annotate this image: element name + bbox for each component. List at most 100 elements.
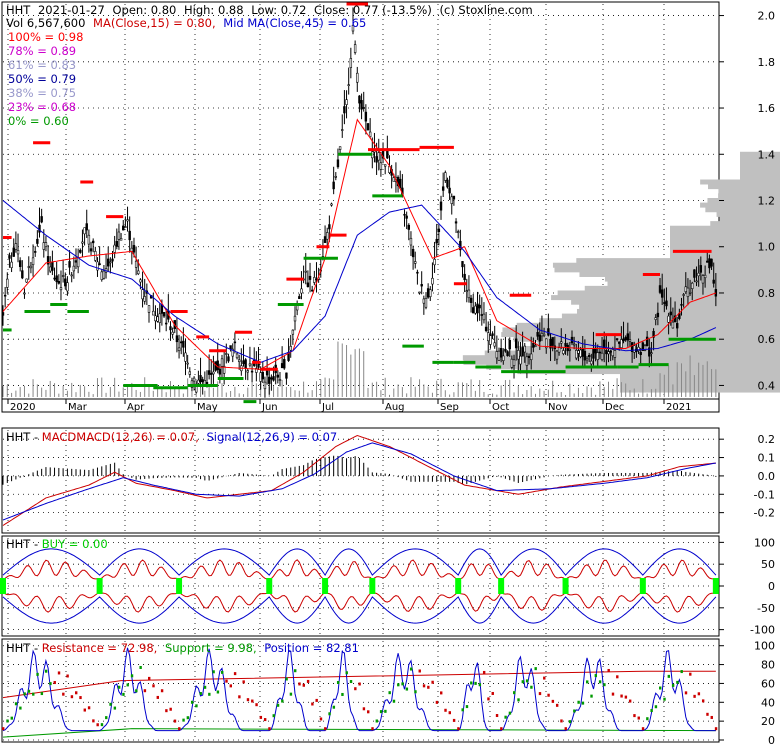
x-tick-label: Sep bbox=[440, 402, 459, 413]
price-candle bbox=[493, 342, 496, 347]
price-candle bbox=[587, 355, 591, 358]
position-step bbox=[444, 708, 447, 712]
price-candle bbox=[658, 285, 662, 293]
price-candle bbox=[85, 223, 88, 231]
price-candle bbox=[568, 349, 572, 351]
fib-level-label: 38% = 0.75 bbox=[8, 86, 76, 100]
price-candle bbox=[472, 307, 475, 314]
position-step bbox=[379, 710, 383, 714]
volume-profile-bar bbox=[551, 295, 780, 301]
price-candle bbox=[514, 338, 518, 349]
price-candle bbox=[495, 351, 499, 359]
price-candle bbox=[463, 273, 466, 281]
price-candle bbox=[23, 292, 26, 295]
volume-profile-bar bbox=[718, 188, 780, 194]
price-candle bbox=[160, 304, 164, 314]
price-candle bbox=[557, 347, 561, 353]
price-candle bbox=[186, 362, 189, 365]
position-step bbox=[418, 669, 421, 673]
price-candle bbox=[94, 251, 97, 261]
price-candle bbox=[628, 339, 632, 342]
position-step bbox=[534, 667, 537, 671]
buy-signal-marker bbox=[266, 578, 273, 594]
position-step bbox=[517, 698, 520, 702]
position-step bbox=[461, 708, 464, 712]
position-step bbox=[354, 687, 357, 691]
position-step bbox=[117, 685, 121, 689]
price-candle bbox=[688, 291, 692, 294]
price-candle bbox=[25, 278, 28, 283]
position-step bbox=[315, 698, 318, 702]
position-step bbox=[684, 691, 688, 695]
position-step bbox=[75, 691, 78, 695]
position-step bbox=[577, 700, 580, 704]
price-candle bbox=[182, 340, 185, 348]
price-candle bbox=[542, 333, 546, 336]
position-step bbox=[487, 697, 490, 701]
price-candle bbox=[366, 123, 370, 131]
y-tick-label: 1.4 bbox=[758, 148, 776, 161]
price-candle bbox=[345, 99, 348, 105]
position-step bbox=[714, 727, 718, 731]
price-candle bbox=[667, 315, 670, 323]
price-candle bbox=[152, 310, 155, 316]
position-step bbox=[165, 709, 168, 713]
price-candle bbox=[482, 313, 486, 321]
price-candle bbox=[386, 150, 389, 159]
price-candle bbox=[293, 315, 297, 322]
price-candle bbox=[341, 129, 344, 131]
price-candle bbox=[379, 162, 383, 170]
position-step bbox=[199, 692, 202, 696]
price-candle bbox=[358, 95, 361, 104]
price-candle bbox=[143, 296, 146, 302]
price-candle bbox=[111, 258, 114, 262]
price-candle bbox=[91, 240, 95, 244]
position-step bbox=[49, 682, 52, 686]
position-step bbox=[289, 692, 293, 696]
position-step bbox=[208, 692, 211, 696]
y-tick-label: 0 bbox=[768, 580, 775, 593]
position-step bbox=[160, 689, 164, 693]
price-candle bbox=[691, 282, 694, 289]
volume-profile-bar bbox=[579, 271, 780, 277]
position-step bbox=[169, 707, 172, 711]
buy-signal-marker bbox=[562, 578, 569, 594]
position-step bbox=[332, 705, 336, 709]
price-candle bbox=[113, 244, 116, 253]
position-step bbox=[431, 680, 434, 684]
price-candle bbox=[510, 358, 514, 368]
price-candle bbox=[712, 279, 715, 284]
volume-profile-bar bbox=[620, 378, 780, 384]
price-candle bbox=[682, 294, 685, 296]
position-step bbox=[53, 681, 56, 685]
position-step bbox=[178, 727, 181, 731]
position-step bbox=[667, 674, 671, 678]
position-step bbox=[251, 699, 254, 703]
volume-profile-bar bbox=[670, 253, 780, 259]
price-candle bbox=[590, 360, 593, 365]
position-step bbox=[341, 692, 344, 696]
price-candle bbox=[517, 350, 520, 360]
position-step bbox=[152, 684, 155, 688]
x-tick-label: Jul bbox=[321, 402, 334, 413]
x-tick-label: May bbox=[197, 402, 218, 413]
y-tick-label: 40 bbox=[761, 696, 775, 709]
price-candle bbox=[508, 339, 511, 350]
price-candle bbox=[298, 296, 301, 299]
y-tick-label: -0.2 bbox=[754, 507, 775, 520]
volume-profile-bar bbox=[705, 207, 780, 213]
position-step bbox=[680, 670, 683, 674]
price-candle bbox=[469, 297, 473, 303]
y-tick-label: 80 bbox=[761, 659, 775, 672]
position-step bbox=[349, 680, 353, 684]
price-candle bbox=[8, 255, 11, 259]
y-tick-label: 1.6 bbox=[758, 102, 776, 115]
price-candle bbox=[676, 323, 679, 329]
price-candle bbox=[164, 322, 168, 325]
price-candle bbox=[31, 257, 35, 266]
position-step bbox=[173, 719, 177, 723]
price-candle bbox=[476, 303, 479, 314]
position-step bbox=[581, 701, 585, 705]
price-candle bbox=[102, 270, 106, 279]
position-step bbox=[547, 693, 550, 697]
